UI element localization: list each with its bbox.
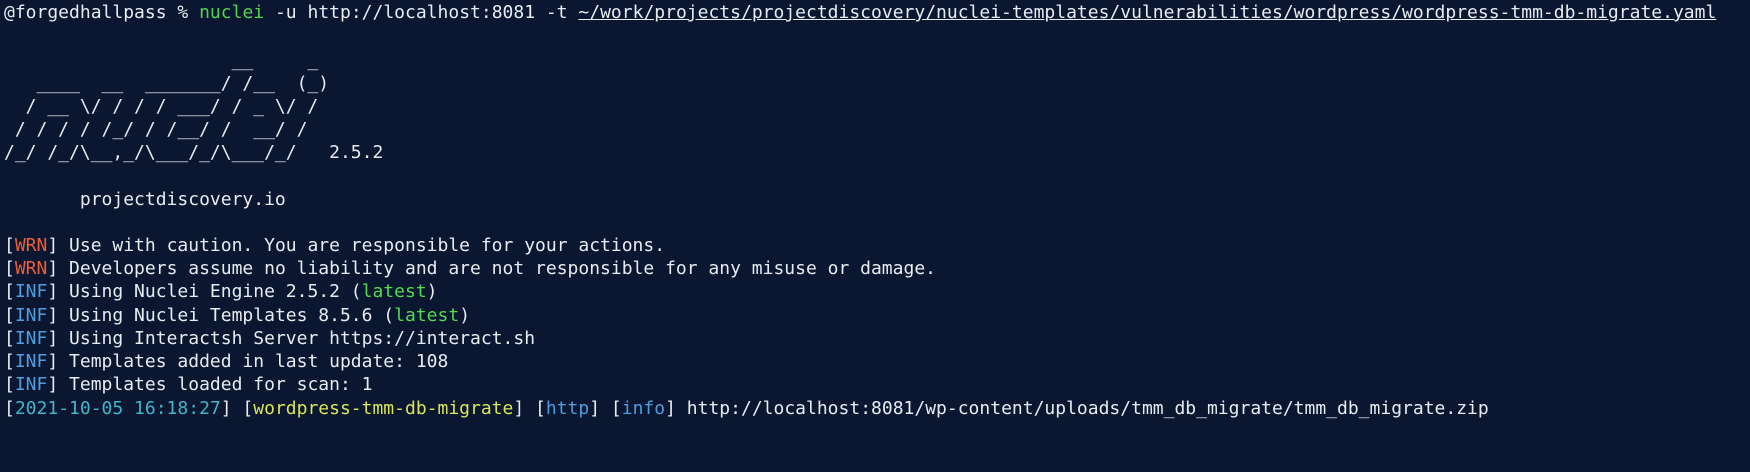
prompt-line: @forgedhallpass % nuclei -u http://local… [4,0,1716,26]
log-level-badge: INF [14,351,48,372]
result-line: [2021-10-05 16:18:27] [wordpress-tmm-db-… [4,398,1489,419]
log-text: Templates loaded for scan: 1 [58,374,373,395]
latest-badge: latest [394,305,460,326]
banner-site: projectdiscovery.io [4,189,286,210]
log-line: [INF] Using Nuclei Engine 2.5.2 (latest) [4,281,438,302]
log-text: Use with caution. You are responsible fo… [58,235,666,256]
command-name: nuclei [199,2,265,23]
command-args: -u http://localhost:8081 -t [274,2,568,23]
banner-line-5: /_/ /_/\__,_/\___/_/\___/_/ 2.5.2 [4,142,384,163]
log-level-badge: INF [14,328,48,349]
prompt-user: @forgedhallpass [4,2,167,23]
log-text: Templates added in last update: 108 [58,351,449,372]
log-level-badge: WRN [14,235,48,256]
log-text: Developers assume no liability and are n… [58,258,936,279]
result-severity: info [621,398,666,419]
log-text: Using Interactsh Server https://interact… [58,328,536,349]
log-text: Using Nuclei Engine 2.5.2 ( [58,281,362,302]
result-protocol: http [545,398,590,419]
log-level-badge: WRN [14,258,48,279]
terminal-window[interactable]: @forgedhallpass % nuclei -u http://local… [4,0,1750,472]
result-template-id: wordpress-tmm-db-migrate [253,398,514,419]
log-level-badge: INF [14,281,48,302]
template-path-link[interactable]: ~/work/projects/projectdiscovery/nuclei-… [578,2,1716,23]
result-matched-url[interactable]: http://localhost:8081/wp-content/uploads… [687,398,1489,419]
log-level-badge: INF [14,374,48,395]
log-text: Using Nuclei Templates 8.5.6 ( [58,305,395,326]
prompt-symbol: % [177,2,189,23]
log-line: [INF] Templates loaded for scan: 1 [4,374,373,395]
log-level-badge: INF [14,305,48,326]
result-timestamp: 2021-10-05 16:18:27 [14,398,221,419]
latest-badge: latest [361,281,427,302]
